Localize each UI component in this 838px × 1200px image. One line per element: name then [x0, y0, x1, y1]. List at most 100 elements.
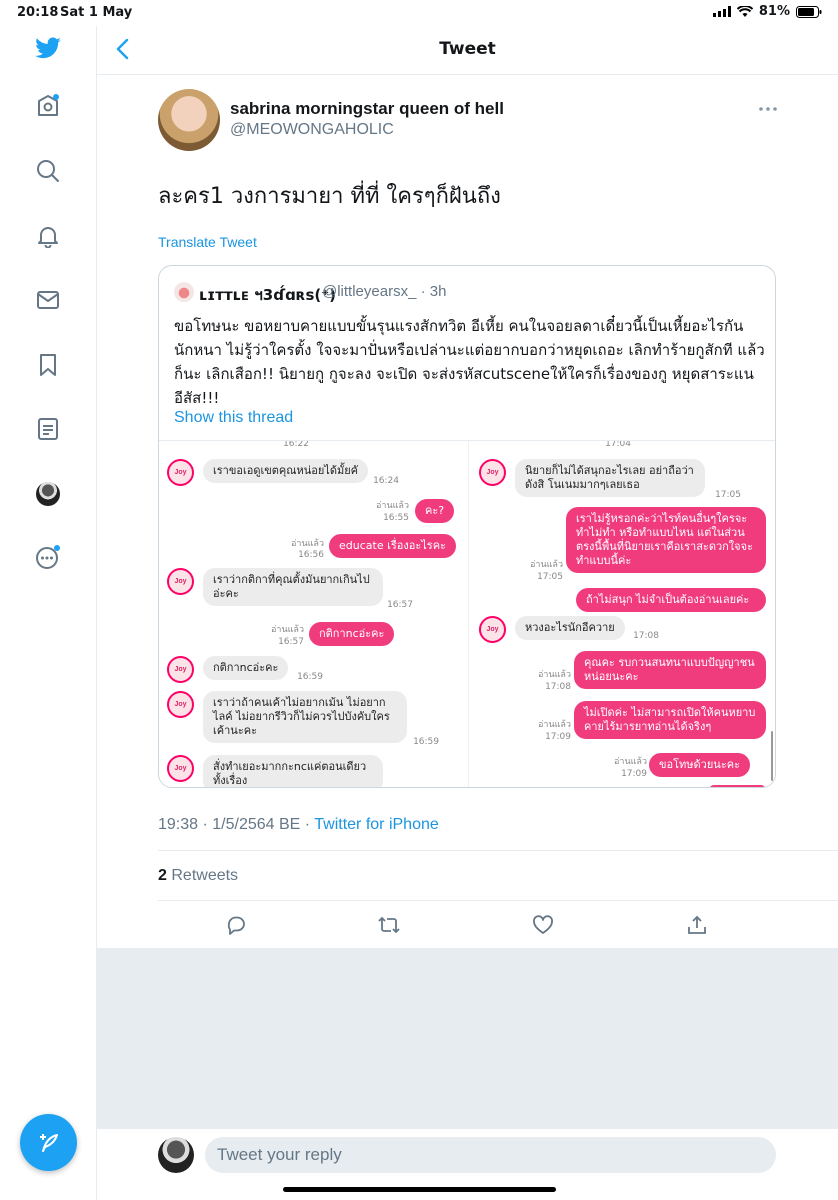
- translate-tweet-link[interactable]: Translate Tweet: [158, 234, 257, 250]
- chat-bubble-in: นิยายก็ไม่ได้สนุกอะไรเลย อย่าถือว่าดังสิ…: [515, 459, 705, 497]
- retweet-count: 2: [158, 867, 167, 884]
- retweet-stats[interactable]: 2 Retweets: [158, 867, 238, 885]
- chat-time: 16:59: [297, 672, 323, 682]
- quoted-tweet[interactable]: ʟɪᴛᴛʟᴇ ฯ3ɗ́ɑʀs(⁺) @littleyearsx_ · 3h ขอ…: [158, 265, 776, 788]
- tweet-text: ละคร1 วงการมายา ที่ที่ ใครๆก็ฝันถึง: [158, 184, 501, 209]
- notifications-icon[interactable]: [30, 218, 66, 254]
- compose-icon: [39, 1133, 58, 1152]
- chat-time: 16:55: [383, 513, 409, 523]
- battery-percent: 81%: [758, 4, 790, 19]
- scrollbar: [771, 731, 773, 781]
- heart-icon: [533, 915, 553, 934]
- chat-read: อ่านแล้ว: [614, 757, 647, 767]
- chat-time: 16:57: [278, 637, 304, 647]
- chat-avatar: Joy: [167, 459, 194, 486]
- retweet-icon: [378, 916, 400, 934]
- empty-replies-area: [97, 948, 838, 1128]
- author-display-name[interactable]: sabrina morningstar queen of hell: [230, 99, 504, 119]
- quote-handle: @littleyearsx_ · 3h: [322, 283, 447, 300]
- chat-read: อ่านแล้ว: [376, 501, 409, 511]
- chat-bubble-out: ไม่เปิดค่ะ ไม่สามารถเปิดให้คนหยาบคายไร้ม…: [574, 701, 766, 739]
- author-handle[interactable]: @MEOWONGAHOLIC: [230, 121, 394, 139]
- chat-time: 16:24: [373, 476, 399, 486]
- like-button[interactable]: [530, 912, 556, 938]
- page-title: Tweet: [439, 39, 496, 59]
- chat-time: 16:22: [283, 441, 309, 449]
- chat-bubble-out: educate เรื่องอะไรคะ: [329, 534, 456, 558]
- sidebar: [0, 26, 97, 1200]
- chat-avatar: Joy: [479, 616, 506, 643]
- status-indicators: 81%: [712, 4, 822, 19]
- bookmarks-icon[interactable]: [30, 347, 66, 383]
- chat-bubble-out: ขอโทษด้วยนะคะ: [649, 753, 750, 777]
- battery-icon: [796, 5, 822, 18]
- tweet-header: Tweet: [97, 26, 838, 75]
- messages-icon[interactable]: [30, 282, 66, 318]
- divider: [158, 850, 838, 851]
- quote-display-name: ʟɪᴛᴛʟᴇ ฯ3ɗ́ɑʀs(⁺): [199, 286, 337, 304]
- quote-media[interactable]: 16:22 Joy เราขอเอดูเขตคุณหน่อยได้มั้ยคั …: [159, 440, 775, 787]
- chat-time: 17:05: [537, 572, 563, 582]
- ellipsis-icon: [759, 107, 777, 111]
- chat-avatar: Joy: [167, 568, 194, 595]
- divider: [158, 900, 838, 901]
- share-icon: [688, 915, 706, 934]
- share-button[interactable]: [684, 912, 710, 938]
- tweet-more-button[interactable]: [757, 100, 779, 118]
- chat-bubble-in: สั่งทำเยอะมากกะncแค่ตอนเดียวทั้งเรื่อง: [203, 755, 383, 787]
- reply-icon: [227, 916, 245, 935]
- chat-time: 17:08: [633, 631, 659, 641]
- chat-time: 16:59: [413, 737, 439, 747]
- retweet-button[interactable]: [376, 912, 402, 938]
- tweet-meta: 19:38 · 1/5/2564 BE · Twitter for iPhone: [158, 816, 439, 834]
- chat-read: อ่านแล้ว: [271, 625, 304, 635]
- chat-time: 17:09: [545, 732, 571, 742]
- chat-bubble-out-partial: [709, 785, 766, 787]
- status-time: 20:18: [17, 5, 59, 20]
- chat-bubble-out: คุณคะ รบกวนสนทนาแบบปัญญาชนหน่อยนะคะ: [574, 651, 766, 689]
- reply-button[interactable]: [223, 912, 249, 938]
- chat-avatar: Joy: [479, 459, 506, 486]
- chat-time: 17:05: [715, 490, 741, 500]
- chat-read: อ่านแล้ว: [538, 720, 571, 730]
- retweet-label: Retweets: [171, 867, 239, 884]
- profile-avatar[interactable]: [30, 476, 66, 512]
- more-icon[interactable]: [30, 539, 66, 575]
- chat-bubble-in: เราว่าถ้าคนเค้าไม่อยากเม้น ไม่อยากไลค์ ไ…: [203, 691, 407, 743]
- chat-bubble-in: กติกาncอ่ะคะ: [203, 656, 289, 680]
- tweet-source-link[interactable]: Twitter for iPhone: [314, 816, 439, 833]
- chat-read: อ่านแล้ว: [538, 670, 571, 680]
- chat-avatar: Joy: [167, 691, 194, 718]
- tweet-timestamp: 19:38 · 1/5/2564 BE ·: [158, 816, 315, 833]
- user-avatar: [158, 1137, 194, 1173]
- show-thread-link[interactable]: Show this thread: [174, 409, 293, 427]
- search-icon[interactable]: [30, 153, 66, 189]
- chat-bubble-in: หวงอะไรนักอีควาย: [515, 616, 625, 640]
- reply-input[interactable]: Tweet your reply: [205, 1137, 776, 1173]
- chat-bubble-in: เราขอเอดูเขตคุณหน่อยได้มั้ยคั: [203, 459, 369, 483]
- chat-read: อ่านแล้ว: [530, 560, 563, 570]
- home-indicator[interactable]: [283, 1187, 556, 1192]
- lists-icon[interactable]: [30, 411, 66, 447]
- chat-avatar: Joy: [167, 656, 194, 683]
- author-avatar[interactable]: [158, 89, 220, 151]
- explore-icon[interactable]: [30, 88, 66, 124]
- twitter-bird-icon[interactable]: [30, 31, 66, 67]
- chat-read: อ่านแล้ว: [291, 539, 324, 549]
- chat-bubble-out: กติกาncอ่ะคะ: [309, 622, 395, 646]
- chat-time: 17:09: [621, 769, 647, 779]
- chat-time: 17:08: [545, 682, 571, 692]
- chat-bubble-in: เราว่ากติกาที่คุณตั้งมันยากเกินไปอ่ะคะ: [203, 568, 383, 606]
- chat-time: 17:04: [605, 441, 631, 449]
- compose-button[interactable]: [20, 1114, 77, 1171]
- screenshot-seam: [469, 612, 775, 616]
- chat-avatar: Joy: [167, 755, 194, 782]
- chat-bubble-out: ถ้าไม่สนุก ไม่จำเป็นต้องอ่านเลยค่ะ: [576, 588, 766, 612]
- chat-bubble-out: เราไม่รู้หรอกค่ะว่าไรท์คนอื่นๆใครจะทำไม่…: [566, 507, 766, 573]
- wifi-icon: [736, 5, 753, 17]
- chat-screenshot-left: 16:22 Joy เราขอเอดูเขตคุณหน่อยได้มั้ยคั …: [159, 441, 468, 787]
- signal-icon: [712, 6, 731, 17]
- status-bar: 20:18 Sat 1 May 81%: [0, 0, 838, 26]
- quote-text: ขอโทษนะ ขอหยาบคายแบบขั้นรุนแรงสักทวิต อี…: [174, 317, 765, 407]
- chat-time: 16:57: [387, 600, 413, 610]
